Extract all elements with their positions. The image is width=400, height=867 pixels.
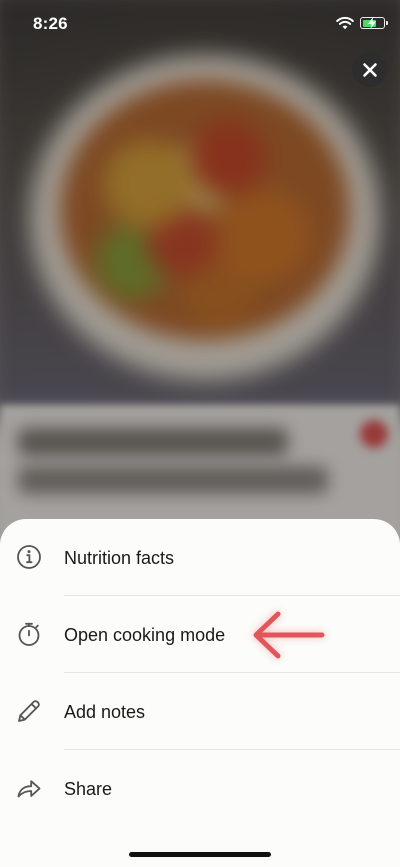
close-icon — [362, 62, 377, 77]
menu-item-share[interactable]: Share — [0, 750, 400, 827]
menu-item-label: Nutrition facts — [64, 548, 175, 568]
annotation-arrow-icon — [253, 611, 325, 659]
home-indicator[interactable] — [129, 852, 271, 857]
info-icon — [15, 543, 43, 571]
menu-item-label: Add notes — [64, 702, 146, 722]
action-sheet: Nutrition facts Open cooking mode Add no… — [0, 519, 400, 867]
status-time: 8:26 — [33, 14, 68, 33]
stopwatch-icon — [15, 620, 43, 648]
close-button[interactable] — [352, 52, 387, 87]
status-bar: 8:26 — [0, 0, 400, 48]
menu-item-open-cooking-mode[interactable]: Open cooking mode — [0, 596, 400, 673]
share-arrow-icon — [15, 774, 43, 802]
menu-item-nutrition-facts[interactable]: Nutrition facts — [0, 519, 400, 596]
menu-item-add-notes[interactable]: Add notes — [0, 673, 400, 750]
wifi-icon — [336, 16, 354, 30]
menu-item-label: Open cooking mode — [64, 625, 226, 645]
battery-icon — [360, 17, 388, 29]
menu-item-label: Share — [64, 779, 113, 799]
screen: 8:26 Nutrition facts Open cooking mode A… — [0, 0, 400, 867]
pencil-icon — [15, 697, 43, 725]
